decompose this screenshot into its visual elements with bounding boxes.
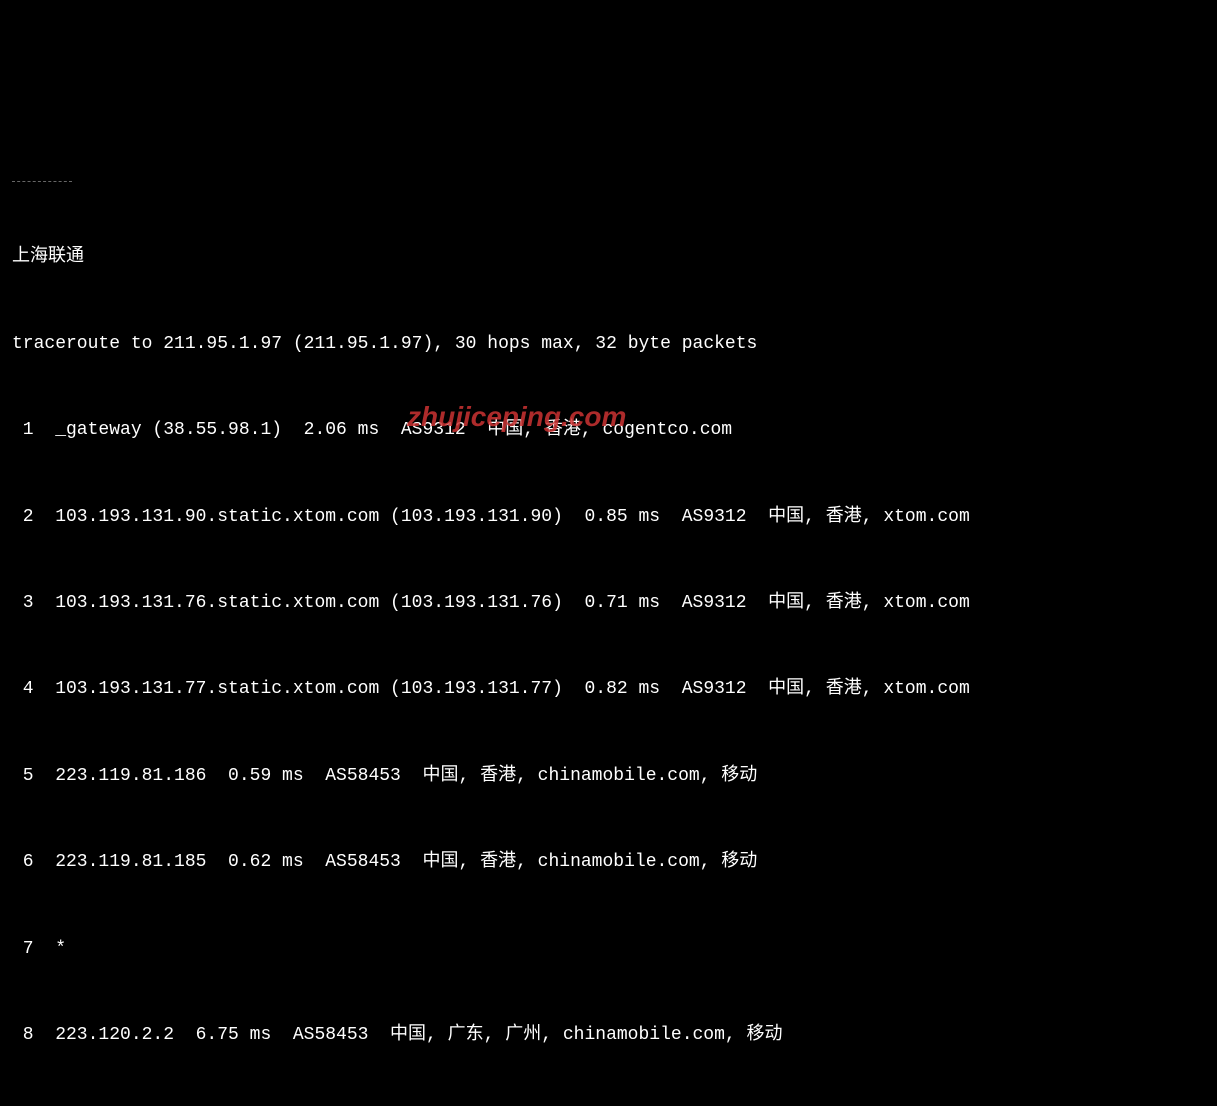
divider [12,181,72,182]
hop-row: 4 103.193.131.77.static.xtom.com (103.19… [12,675,1205,704]
hop-row: 2 103.193.131.90.static.xtom.com (103.19… [12,503,1205,532]
hop-row: 5 223.119.81.186 0.59 ms AS58453 中国, 香港,… [12,762,1205,791]
hop-row: 8 223.120.2.2 6.75 ms AS58453 中国, 广东, 广州… [12,1021,1205,1050]
hop-row: 3 103.193.131.76.static.xtom.com (103.19… [12,589,1205,618]
header-title: 上海联通 [12,243,1205,272]
hop-row: 6 223.119.81.185 0.62 ms AS58453 中国, 香港,… [12,848,1205,877]
traceroute-summary: traceroute to 211.95.1.97 (211.95.1.97),… [12,330,1205,359]
terminal-output: 上海联通 traceroute to 211.95.1.97 (211.95.1… [12,123,1205,1106]
watermark-text: zhujiceping.com [407,395,626,440]
hop-row: 7 * [12,935,1205,964]
